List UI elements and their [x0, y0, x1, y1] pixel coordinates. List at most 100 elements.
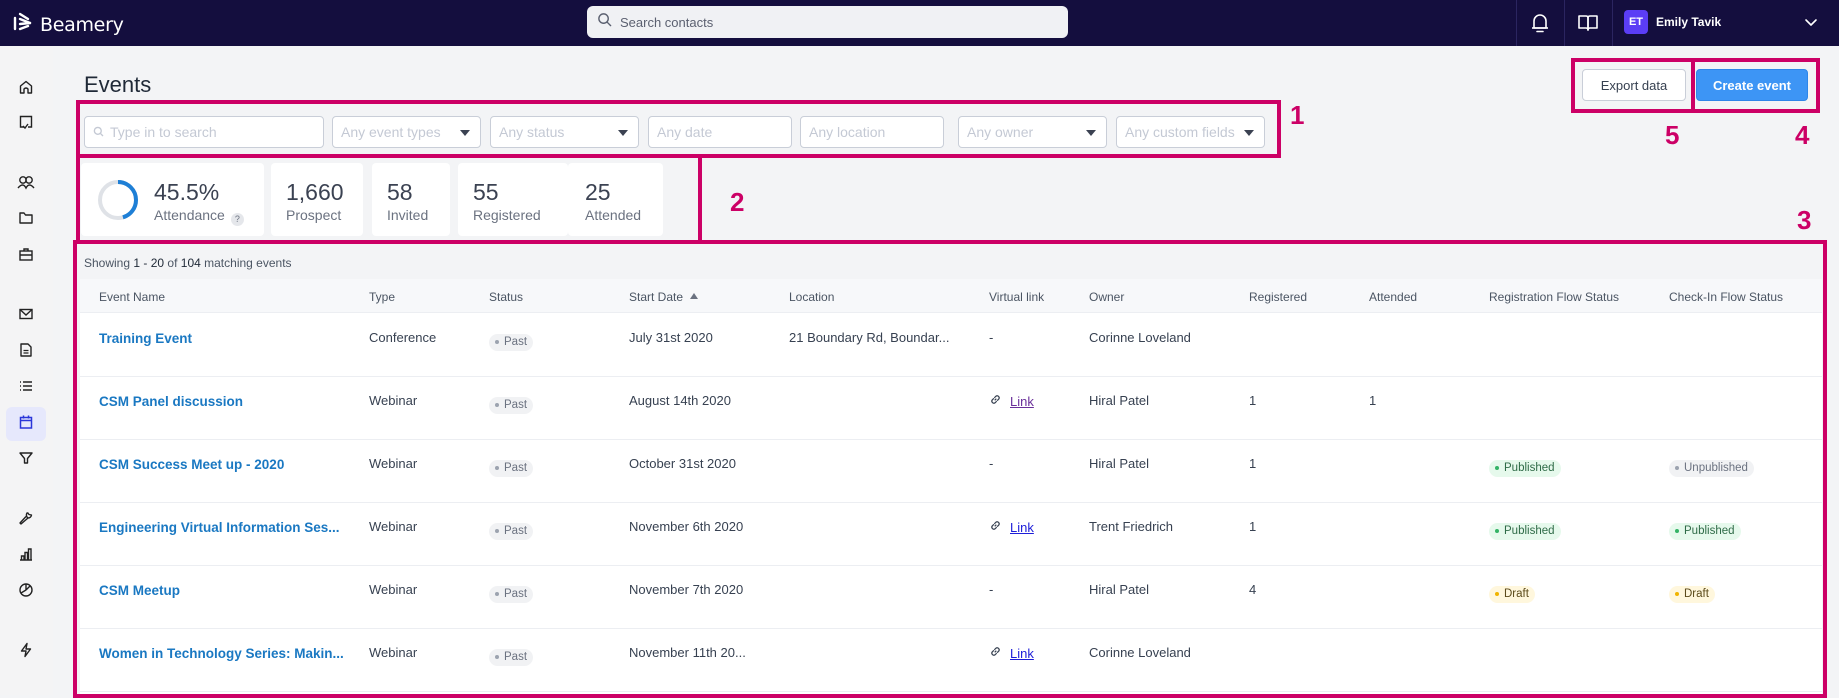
virtual-link-anchor[interactable]: Link: [1010, 394, 1034, 409]
table-row[interactable]: Engineering Virtual Information Ses... We…: [80, 503, 1822, 566]
column-header-virtual-link[interactable]: Virtual link: [989, 290, 1044, 304]
column-header-event-name[interactable]: Event Name: [99, 290, 165, 304]
date-filter-label: Any date: [657, 124, 713, 140]
user-name[interactable]: Emily Tavik: [1656, 15, 1721, 29]
stat-label-text: Attendance: [154, 207, 225, 223]
chevron-down-icon[interactable]: [1803, 14, 1819, 35]
column-header-start-date[interactable]: Start Date: [629, 290, 699, 304]
status-text: Past: [504, 462, 528, 474]
stat-label: Invited: [387, 207, 429, 223]
wrench-icon: [18, 510, 34, 531]
home-icon: [18, 79, 34, 100]
event-status-badge: Past: [489, 458, 534, 477]
table-row[interactable]: CSM Success Meet up - 2020 Webinar Past Oct…: [80, 440, 1822, 503]
lightning-icon: [18, 642, 34, 663]
event-name-link[interactable]: CSM Panel discussion: [99, 394, 243, 409]
custom-fields-filter[interactable]: Any custom fields: [1116, 116, 1265, 148]
document-icon: [18, 342, 34, 363]
caret-down-icon: [1086, 130, 1096, 136]
virtual-link-anchor[interactable]: Link: [1010, 646, 1034, 661]
caret-down-icon: [1244, 130, 1254, 136]
event-name-link[interactable]: Training Event: [99, 331, 192, 346]
help-icon[interactable]: ?: [230, 213, 244, 226]
export-data-button[interactable]: Export data: [1582, 69, 1686, 101]
event-virtual-link[interactable]: Link: [989, 393, 1034, 409]
user-avatar[interactable]: ET: [1624, 10, 1648, 34]
results-prefix: Showing: [84, 256, 131, 270]
table-row[interactable]: CSM Meetup Webinar Past November 7th 2020 - H…: [80, 566, 1822, 629]
create-event-button[interactable]: Create event: [1696, 69, 1808, 101]
column-header-checkin-flow-status[interactable]: Check-In Flow Status: [1669, 290, 1783, 304]
annotation-label: 1: [1290, 100, 1305, 130]
results-total: 104: [180, 256, 201, 270]
column-header-location[interactable]: Location: [789, 290, 834, 304]
event-type: Webinar: [369, 519, 418, 534]
event-status-badge: Past: [489, 332, 534, 351]
virtual-link-anchor[interactable]: Link: [1010, 520, 1034, 535]
sidebar-item-automations[interactable]: [6, 635, 46, 669]
event-type-filter[interactable]: Any event types: [332, 116, 481, 148]
checkin-flow-badge: Published: [1669, 521, 1741, 540]
date-filter[interactable]: Any date: [648, 116, 792, 148]
stat-attended: 25 Attended: [568, 163, 663, 236]
event-name-link[interactable]: CSM Meetup: [99, 583, 180, 598]
sort-ascending-icon: [690, 293, 699, 299]
status-dot-icon: [1495, 592, 1499, 596]
sidebar-item-home[interactable]: [6, 72, 46, 106]
event-virtual-link[interactable]: Link: [989, 519, 1034, 535]
column-header-owner[interactable]: Owner: [1089, 290, 1124, 304]
sidebar-item-contacts[interactable]: [6, 167, 46, 201]
search-contacts-input[interactable]: Search contacts: [587, 6, 1068, 38]
table-row[interactable]: Training Event Conference Past July 31st 20…: [80, 314, 1822, 377]
table-row[interactable]: CSM Panel discussion Webinar Past August 14…: [80, 377, 1822, 440]
mail-icon: [18, 306, 34, 327]
event-type: Webinar: [369, 645, 418, 660]
sidebar-item-events[interactable]: [6, 407, 46, 441]
event-search-placeholder: Type in to search: [110, 124, 217, 140]
status-text: Unpublished: [1684, 462, 1748, 474]
sidebar-item-pipelines[interactable]: [6, 443, 46, 477]
column-header-type[interactable]: Type: [369, 290, 395, 304]
sidebar-item-reports[interactable]: [6, 539, 46, 573]
sidebar-item-vacancies[interactable]: [6, 239, 46, 273]
location-filter[interactable]: Any location: [800, 116, 944, 148]
sidebar-item-messages[interactable]: [6, 299, 46, 333]
event-registered-count: 4: [1249, 582, 1257, 597]
results-suffix: matching events: [204, 256, 292, 270]
status-filter[interactable]: Any status: [490, 116, 639, 148]
sidebar-item-tools[interactable]: [6, 503, 46, 537]
event-search-input[interactable]: Type in to search: [84, 116, 324, 148]
stat-value: 55: [473, 179, 499, 205]
event-start-date: November 6th 2020: [629, 519, 744, 534]
event-name-link[interactable]: Engineering Virtual Information Ses...: [99, 520, 340, 535]
column-header-registration-flow-status[interactable]: Registration Flow Status: [1489, 290, 1619, 304]
sidebar-item-tasks[interactable]: [6, 107, 46, 141]
status-dot-icon: [1675, 529, 1679, 533]
attendance-ring-chart: [98, 180, 138, 220]
sidebar-item-templates[interactable]: [6, 335, 46, 369]
stat-label: Attendance?: [154, 207, 244, 226]
event-name-link[interactable]: CSM Success Meet up - 2020: [99, 457, 284, 472]
stat-label: Attended: [585, 207, 642, 223]
stat-label: Registered: [473, 207, 541, 223]
event-name-link[interactable]: Women in Technology Series: Makin...: [99, 646, 344, 661]
people-icon: [17, 174, 35, 195]
sidebar-item-pools[interactable]: [6, 203, 46, 237]
notifications-bell-icon[interactable]: [1528, 11, 1552, 35]
status-text: Past: [504, 525, 528, 537]
stat-value: 45.5%: [154, 179, 220, 205]
status-filter-label: Any status: [499, 124, 565, 140]
brand-logo[interactable]: Beamery: [13, 11, 124, 38]
help-book-icon[interactable]: [1576, 11, 1600, 35]
sidebar-item-lists[interactable]: [6, 371, 46, 405]
event-virtual-link[interactable]: Link: [989, 645, 1034, 661]
event-location: 21 Boundary Rd, Boundar...: [789, 330, 950, 345]
status-pill: Published: [1669, 522, 1741, 540]
owner-filter[interactable]: Any owner: [958, 116, 1107, 148]
event-registered-count: 1: [1249, 393, 1257, 408]
column-header-attended[interactable]: Attended: [1369, 290, 1417, 304]
sidebar-item-analytics[interactable]: [6, 575, 46, 609]
table-row[interactable]: Women in Technology Series: Makin... Webi…: [80, 629, 1822, 692]
column-header-registered[interactable]: Registered: [1249, 290, 1307, 304]
column-header-status[interactable]: Status: [489, 290, 523, 304]
